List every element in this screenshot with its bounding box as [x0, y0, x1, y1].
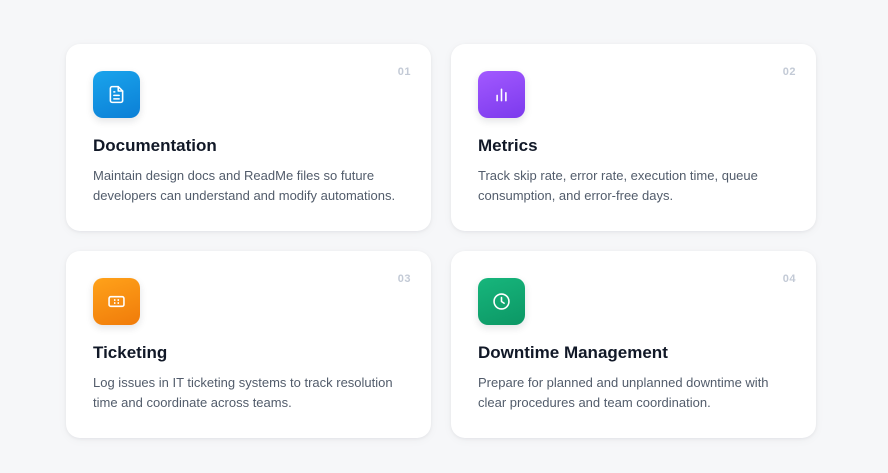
card-documentation: 01 Documentation Maintain design docs an…: [66, 44, 431, 231]
card-title: Downtime Management: [478, 343, 668, 362]
card-description: Log issues in IT ticketing systems to tr…: [93, 375, 393, 410]
bar-chart-icon: [478, 71, 525, 118]
card-metrics: 02 Metrics Track skip rate, error rate, …: [451, 44, 816, 231]
card-description: Track skip rate, error rate, execution t…: [478, 168, 758, 203]
card-number: 03: [397, 273, 411, 285]
feature-grid: 01 Documentation Maintain design docs an…: [66, 44, 816, 438]
card-description: Prepare for planned and unplanned downti…: [478, 375, 769, 410]
card-title: Documentation: [93, 136, 217, 155]
card-title: Metrics: [478, 136, 538, 155]
card-number: 01: [397, 66, 411, 78]
card-ticketing: 03 Ticketing Log issues in IT ticketing …: [66, 251, 431, 438]
card-number: 02: [782, 66, 796, 78]
card-number: 04: [782, 273, 796, 285]
card-downtime-management: 04 Downtime Management Prepare for plann…: [451, 251, 816, 438]
ticket-icon: [93, 278, 140, 325]
clock-icon: [478, 278, 525, 325]
card-description: Maintain design docs and ReadMe files so…: [93, 168, 396, 203]
card-title: Ticketing: [93, 343, 168, 362]
document-icon: [93, 71, 140, 118]
